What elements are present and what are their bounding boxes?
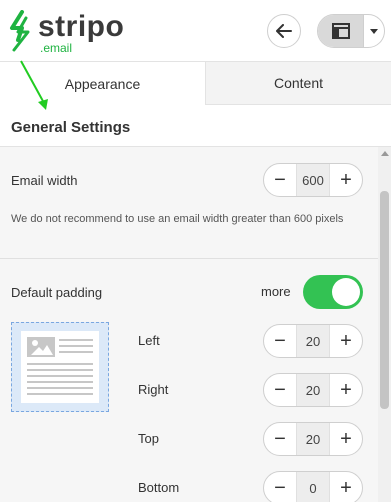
email-width-decrement-button[interactable]: − — [264, 164, 296, 196]
layout-view-button[interactable] — [318, 15, 364, 47]
preview-line — [27, 363, 93, 365]
padding-left-value[interactable]: 20 — [296, 325, 330, 357]
more-label[interactable]: more — [261, 284, 291, 299]
section-title: General Settings — [11, 119, 131, 136]
preview-line — [27, 375, 93, 377]
default-padding-toggle[interactable] — [303, 275, 363, 309]
preview-email-block — [21, 331, 99, 403]
email-width-note: We do not recommend to use an email widt… — [11, 213, 344, 225]
padding-bottom-decrement-button[interactable]: − — [264, 472, 296, 502]
back-button[interactable] — [267, 14, 301, 48]
preview-line — [59, 345, 93, 347]
app-header: stripo .email — [0, 0, 391, 62]
padding-right-increment-button[interactable]: + — [330, 374, 362, 406]
preview-line — [27, 369, 93, 371]
padding-left-label: Left — [138, 333, 160, 348]
layout-dropdown-button[interactable] — [364, 15, 384, 47]
padding-left-decrement-button[interactable]: − — [264, 325, 296, 357]
scrollbar-thumb[interactable] — [380, 191, 389, 409]
layout-toggle-button[interactable] — [317, 14, 385, 48]
toggle-knob — [332, 278, 360, 306]
stripo-logo[interactable]: stripo .email — [8, 8, 124, 55]
padding-bottom-label: Bottom — [138, 480, 180, 495]
padding-preview — [11, 322, 109, 412]
stripo-logo-icon — [10, 10, 30, 52]
settings-scrollbar[interactable] — [378, 147, 391, 502]
chevron-down-icon — [370, 28, 378, 34]
arrow-left-icon — [276, 24, 292, 38]
preview-line — [59, 351, 93, 353]
tab-appearance[interactable]: Appearance — [0, 62, 206, 105]
tab-content[interactable]: Content — [206, 62, 391, 105]
padding-left-stepper: − 20 + — [263, 324, 363, 358]
scroll-up-arrow-icon[interactable] — [381, 151, 389, 156]
logo-text: stripo — [38, 10, 125, 43]
divider — [0, 258, 378, 259]
padding-right-stepper: − 20 + — [263, 373, 363, 407]
email-width-increment-button[interactable]: + — [330, 164, 362, 196]
padding-top-decrement-button[interactable]: − — [264, 423, 296, 455]
padding-bottom-increment-button[interactable]: + — [330, 472, 362, 502]
padding-top-label: Top — [138, 431, 159, 446]
preview-line — [59, 339, 93, 341]
padding-right-value[interactable]: 20 — [296, 374, 330, 406]
email-width-stepper: − 600 + — [263, 163, 363, 197]
padding-top-stepper: − 20 + — [263, 422, 363, 456]
settings-tabs: Appearance Content — [0, 62, 391, 105]
image-placeholder-icon — [27, 337, 55, 357]
preview-line — [27, 393, 93, 395]
padding-top-increment-button[interactable]: + — [330, 423, 362, 455]
default-padding-label: Default padding — [11, 285, 103, 300]
padding-top-value[interactable]: 20 — [296, 423, 330, 455]
email-width-label: Email width — [11, 173, 78, 188]
logo-subtext: .email — [40, 41, 73, 55]
padding-right-decrement-button[interactable]: − — [264, 374, 296, 406]
padding-left-increment-button[interactable]: + — [330, 325, 362, 357]
padding-bottom-value[interactable]: 0 — [296, 472, 330, 502]
padding-right-label: Right — [138, 382, 169, 397]
preview-line — [27, 381, 93, 383]
panel-layout-icon — [331, 23, 350, 39]
email-width-value[interactable]: 600 — [296, 164, 330, 196]
padding-bottom-stepper: − 0 + — [263, 471, 363, 502]
preview-line — [27, 387, 93, 389]
